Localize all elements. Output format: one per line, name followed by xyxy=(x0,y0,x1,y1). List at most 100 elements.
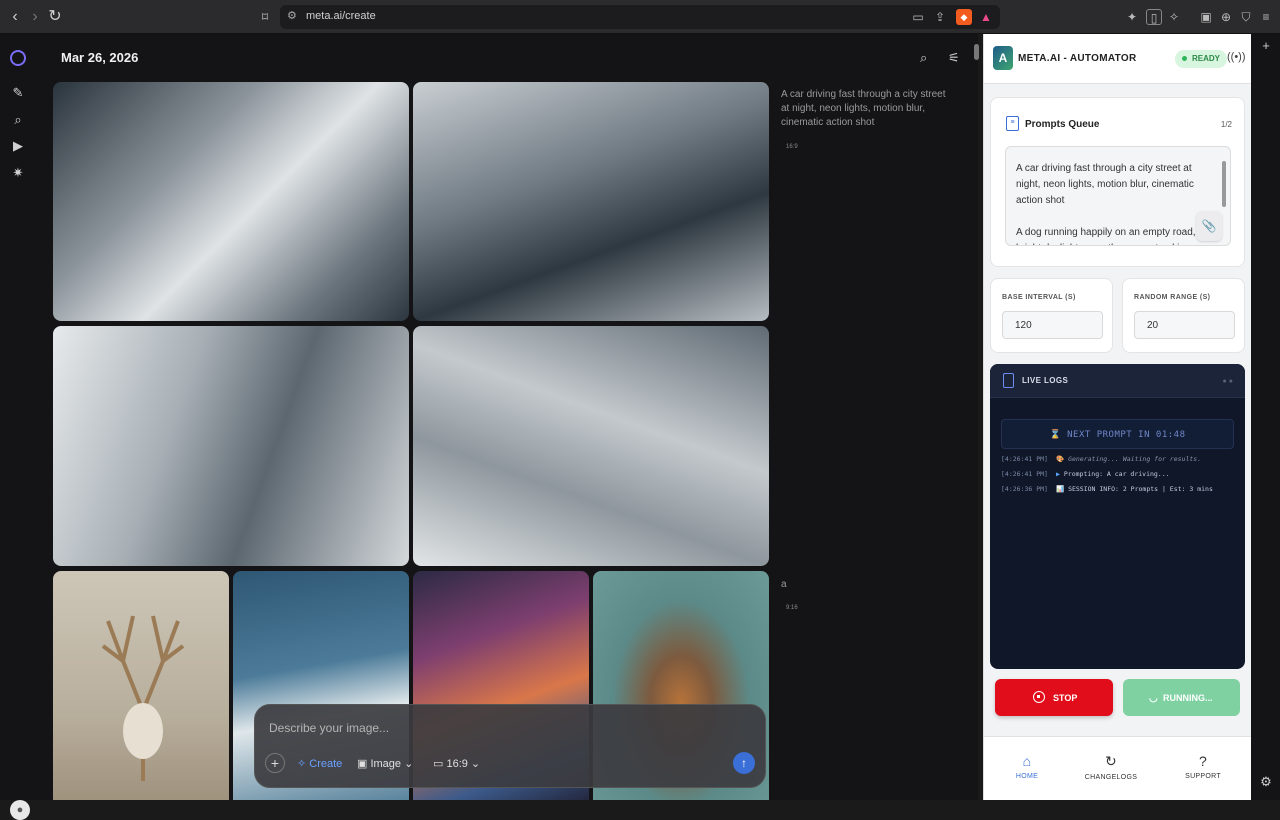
running-label: RUNNING... xyxy=(1163,693,1213,703)
logs-header: LIVE LOGS ●● xyxy=(990,364,1245,398)
send-button[interactable]: ↑ xyxy=(733,752,755,774)
running-button[interactable]: ◡ RUNNING... xyxy=(1123,679,1240,716)
avatar[interactable]: ● xyxy=(10,800,30,820)
brave-rewards-icon[interactable]: ▲ xyxy=(978,9,994,25)
aspect-ratio-dropdown[interactable]: ▭ 16:9 ⌄ xyxy=(433,757,480,770)
stop-icon xyxy=(1033,691,1045,703)
log-time: [4:26:41 PM] xyxy=(1001,470,1048,478)
main-feed: Mar 26, 2026 ⌕ ⚟ A car driving fast thro… xyxy=(36,34,978,800)
queue-count: 1/2 xyxy=(1220,120,1232,129)
meta-left-rail: ✎ ⌕ ▶ ✷ ● xyxy=(0,34,36,820)
history-icon: ↻ xyxy=(1104,753,1118,769)
url-text: meta.ai/create xyxy=(306,10,376,22)
search-icon[interactable]: ⌕ xyxy=(920,50,927,66)
broadcast-icon: ((•)) xyxy=(1227,51,1246,63)
textarea-scrollbar[interactable] xyxy=(1222,161,1226,207)
status-badge: READY xyxy=(1175,50,1228,68)
home-icon: ⌂ xyxy=(1022,753,1032,769)
browser-sidebar-rail: + ⚙ xyxy=(1251,34,1280,800)
gear-icon[interactable]: ⚙ xyxy=(1259,775,1273,789)
menu-icon[interactable]: ≡ xyxy=(1258,9,1274,25)
tab-label: HOME xyxy=(1015,773,1039,780)
queue-prompt: A car driving fast through a city street… xyxy=(1016,163,1194,206)
generated-image[interactable] xyxy=(53,326,409,566)
magic-wand-icon[interactable]: ✷ xyxy=(10,165,26,181)
generated-image[interactable] xyxy=(413,326,769,566)
generated-image[interactable] xyxy=(53,82,409,321)
tab-label: CHANGELOGS xyxy=(1084,774,1138,781)
prompt-composer: Describe your image... + ✧ Create ▣ Imag… xyxy=(254,704,766,788)
log-text: Prompting: A car driving... xyxy=(1063,470,1170,478)
prompts-textarea[interactable]: A car driving fast through a city street… xyxy=(1005,146,1231,246)
filter-icon[interactable]: ⚟ xyxy=(948,50,960,66)
live-logs-card: LIVE LOGS ●● ⌛ NEXT PROMPT IN 01:48 [4:2… xyxy=(990,364,1245,669)
document-icon xyxy=(1003,373,1014,388)
log-icon: 📊 xyxy=(1055,485,1065,493)
random-range-input[interactable]: 20 xyxy=(1134,311,1235,339)
log-line: [4:26:36 PM] 📊 SESSION INFO: 2 Prompts | E… xyxy=(1001,485,1213,493)
panel-tabs: ⌂ HOME ↻ CHANGELOGS ? SUPPORT xyxy=(984,736,1252,800)
log-text: Generating... Waiting for results. xyxy=(1068,455,1202,463)
stop-label: STOP xyxy=(1053,693,1078,703)
site-settings-icon[interactable]: ⚙ xyxy=(287,9,297,22)
add-panel-icon[interactable]: + xyxy=(1259,39,1273,53)
base-interval-input[interactable]: 120 xyxy=(1002,311,1103,339)
stop-button[interactable]: STOP xyxy=(995,679,1113,716)
new-chat-icon[interactable]: ✎ xyxy=(10,85,26,101)
brave-shield-icon[interactable]: ◆ xyxy=(956,9,972,25)
sidebar-toggle-icon[interactable]: ▯ xyxy=(1146,9,1162,25)
next-prompt-timer: ⌛ NEXT PROMPT IN 01:48 xyxy=(1001,419,1234,449)
log-icon: 🎨 xyxy=(1055,455,1065,463)
panel-title: META.AI - AUTOMATOR xyxy=(1018,53,1137,64)
prompt-caption: A car driving fast through a city street… xyxy=(781,89,946,128)
share-icon[interactable]: ⇪ xyxy=(932,9,948,25)
address-bar[interactable]: ⚙ meta.ai/create ▭ ⇪ ◆ ▲ xyxy=(280,5,1000,29)
meta-logo-icon[interactable] xyxy=(10,50,26,66)
generated-image[interactable] xyxy=(53,571,229,800)
tab-changelogs[interactable]: ↻ CHANGELOGS xyxy=(1076,753,1146,781)
media-type-dropdown[interactable]: ▣ Image ⌄ xyxy=(357,757,413,770)
prompt-input[interactable]: Describe your image... xyxy=(269,721,389,735)
forward-icon[interactable]: › xyxy=(26,8,44,26)
log-line: [4:26:41 PM] 🎨 Generating... Waiting for r… xyxy=(1001,455,1201,463)
create-mode-button[interactable]: ✧ Create xyxy=(297,757,342,770)
random-range-card: RANDOM RANGE (S) 20 xyxy=(1122,278,1245,353)
main-scrollbar[interactable] xyxy=(974,44,979,60)
wallet-icon[interactable]: ▣ xyxy=(1198,9,1214,25)
create-label: Create xyxy=(309,758,343,770)
spinner-icon: ◡ xyxy=(1149,693,1158,704)
ratio-tag: 9:16 xyxy=(786,605,798,611)
log-icon: ▶ xyxy=(1055,470,1060,478)
attach-file-button[interactable]: 📎 xyxy=(1196,211,1222,241)
aspect-ratio-label: 16:9 xyxy=(446,758,468,770)
add-attachment-button[interactable]: + xyxy=(265,753,285,773)
help-icon: ? xyxy=(1198,753,1208,769)
prompt-caption: a xyxy=(781,579,787,590)
tab-home[interactable]: ⌂ HOME xyxy=(992,753,1062,780)
bookmark-icon[interactable]: ⌑ xyxy=(256,8,274,26)
cast-icon[interactable]: ▭ xyxy=(910,9,926,25)
browser-toolbar: ‹ › ↻ ⌑ ⚙ meta.ai/create ▭ ⇪ ◆ ▲ ✦ ▯ ✧ ▣… xyxy=(0,0,1280,34)
extensions-icon[interactable]: ✦ xyxy=(1124,9,1140,25)
panel-header: A META.AI - AUTOMATOR READY ((•)) xyxy=(984,34,1252,84)
back-icon[interactable]: ‹ xyxy=(6,8,24,26)
ratio-tag: 16:9 xyxy=(786,144,798,150)
queue-prompt: A dog running happily on an empty road, … xyxy=(1016,227,1196,245)
video-icon[interactable]: ▶ xyxy=(10,138,26,154)
generated-image[interactable] xyxy=(413,82,769,321)
list-icon: ≡ xyxy=(1006,116,1019,131)
tab-support[interactable]: ? SUPPORT xyxy=(1168,753,1238,780)
tab-label: SUPPORT xyxy=(1185,773,1221,780)
queue-title: Prompts Queue xyxy=(1025,119,1100,130)
search-icon[interactable]: ⌕ xyxy=(10,112,26,128)
reload-icon[interactable]: ↻ xyxy=(46,8,64,26)
random-range-label: RANDOM RANGE (S) xyxy=(1134,294,1211,301)
prompts-queue-card: ≡ Prompts Queue 1/2 A car driving fast t… xyxy=(990,97,1245,267)
log-time: [4:26:36 PM] xyxy=(1001,485,1048,493)
leo-icon[interactable]: ✧ xyxy=(1166,9,1182,25)
shield-icon[interactable]: ⛉ xyxy=(1238,9,1254,25)
vpn-icon[interactable]: ⊕ xyxy=(1218,9,1234,25)
log-time: [4:26:41 PM] xyxy=(1001,455,1048,463)
logs-title: LIVE LOGS xyxy=(1022,376,1069,385)
log-text: SESSION INFO: 2 Prompts | Est: 3 mins xyxy=(1068,485,1213,493)
